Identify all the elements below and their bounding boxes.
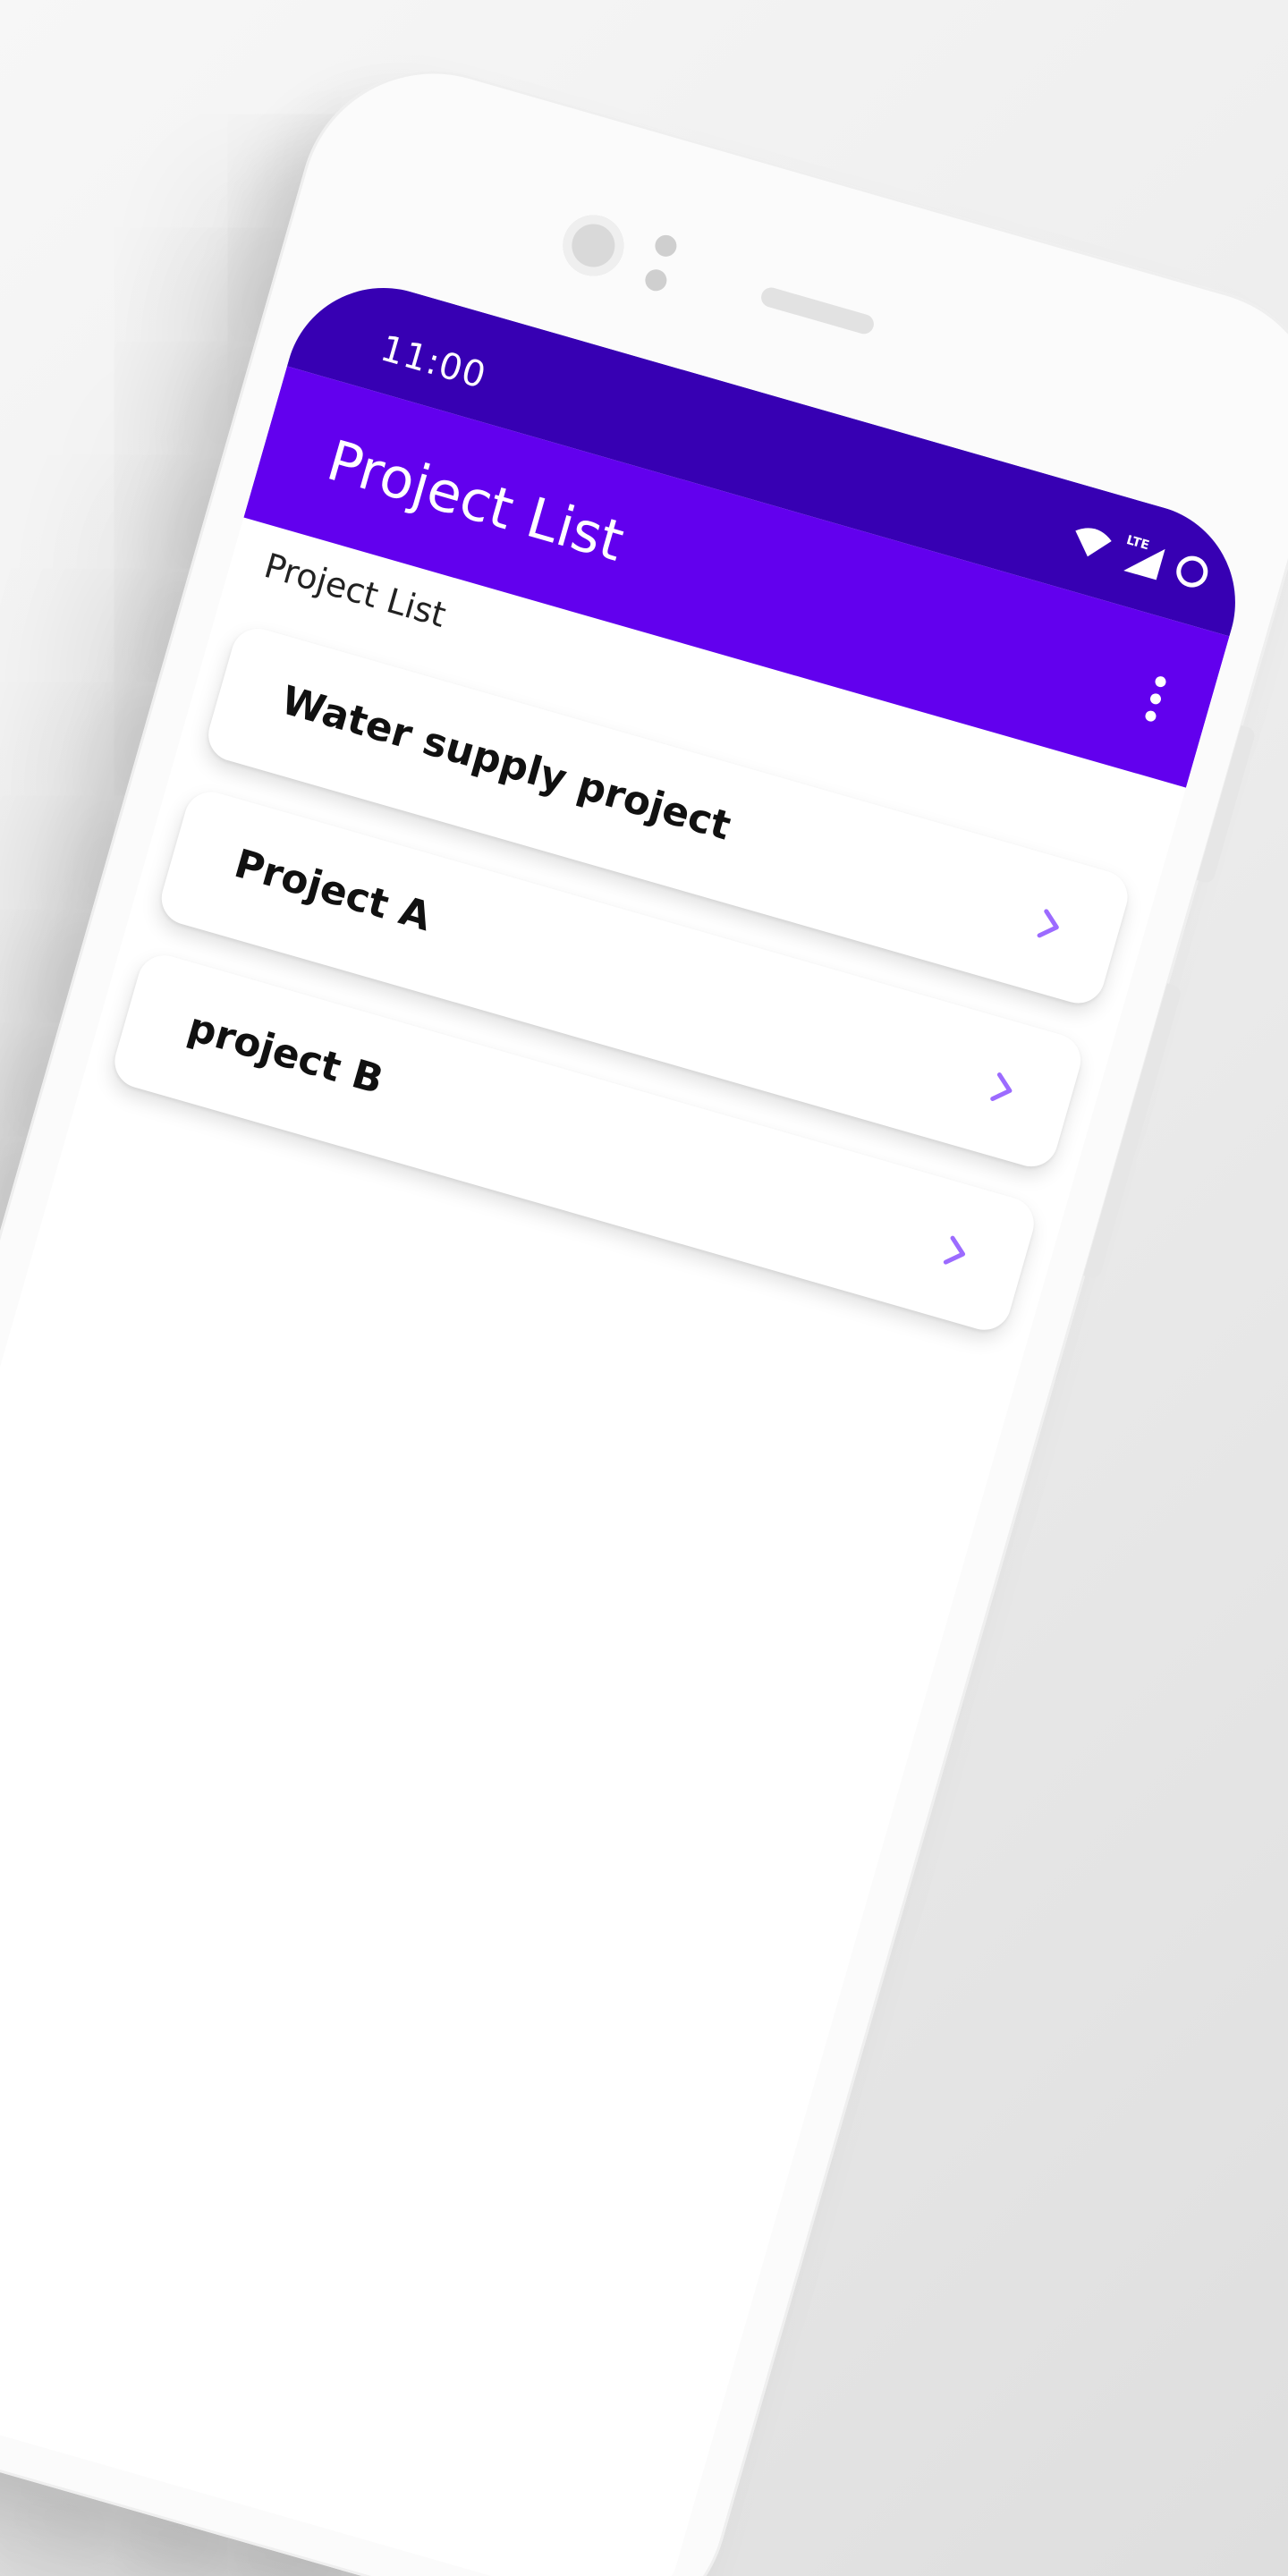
more-vert-icon <box>1145 676 1166 722</box>
front-camera-icon <box>555 208 631 284</box>
app-screen: 11:00 LTE Project List Project List Wate… <box>0 264 1259 2576</box>
earpiece-speaker <box>758 284 877 336</box>
lte-signal-icon: LTE <box>1118 533 1167 582</box>
sensor-icon <box>652 232 680 259</box>
sensor-icon <box>642 267 670 294</box>
project-list: Water supply project Project A project B <box>99 622 1134 1369</box>
project-name: Project A <box>229 841 436 941</box>
chevron-right-icon <box>943 1235 966 1265</box>
project-name: Water supply project <box>276 677 736 850</box>
chevron-right-icon <box>1037 909 1059 938</box>
chevron-right-icon <box>990 1072 1013 1101</box>
battery-icon <box>1169 549 1215 597</box>
status-time: 11:00 <box>376 327 491 397</box>
volume-button <box>1196 724 1257 885</box>
mockup-stage: 11:00 LTE Project List Project List Wate… <box>0 0 1288 2576</box>
phone-frame: 11:00 LTE Project List Project List Wate… <box>0 39 1288 2576</box>
more-options-button[interactable] <box>1127 665 1184 733</box>
wifi-icon <box>1066 521 1115 567</box>
status-icons: LTE <box>1066 520 1215 597</box>
project-name: project B <box>182 1004 388 1104</box>
